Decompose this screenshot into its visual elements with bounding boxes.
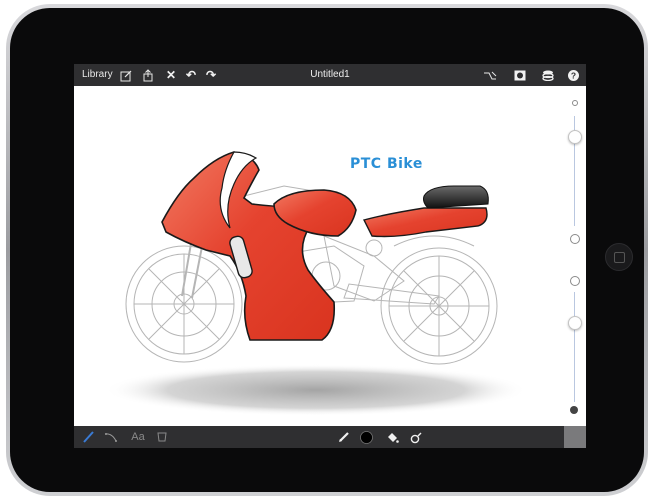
home-square-icon bbox=[614, 252, 625, 263]
color-dot-icon[interactable] bbox=[358, 426, 374, 448]
text-tool-icon[interactable]: Aa bbox=[128, 426, 148, 448]
tablet-device: Library ✕ ↶ ↷ Untitled1 ? PTC Bike Aa bbox=[0, 0, 654, 501]
library-button[interactable]: Library bbox=[82, 64, 113, 86]
pencil-active-icon[interactable] bbox=[80, 426, 96, 448]
pencil-icon[interactable] bbox=[336, 426, 352, 448]
motorcycle-drawing bbox=[104, 151, 528, 416]
opacity-slider[interactable] bbox=[568, 316, 582, 330]
help-icon[interactable]: ? bbox=[566, 64, 580, 86]
app-screen: Library ✕ ↶ ↷ Untitled1 ? PTC Bike Aa bbox=[74, 64, 586, 448]
opacity-max-indicator bbox=[570, 406, 578, 414]
undo-icon[interactable]: ↶ bbox=[184, 64, 198, 86]
svg-text:?: ? bbox=[570, 71, 575, 81]
redo-icon[interactable]: ↷ bbox=[204, 64, 218, 86]
top-toolbar: Library ✕ ↶ ↷ Untitled1 ? bbox=[74, 64, 586, 86]
opacity-track bbox=[574, 292, 575, 402]
fill-icon[interactable] bbox=[384, 426, 400, 448]
transform-icon[interactable] bbox=[154, 426, 170, 448]
bottom-corner-panel bbox=[564, 426, 586, 448]
bottom-toolbar: Aa bbox=[74, 426, 564, 448]
size-min-indicator bbox=[572, 100, 578, 106]
layers-icon[interactable] bbox=[540, 64, 556, 86]
opacity-min-indicator bbox=[570, 276, 580, 286]
share-icon[interactable] bbox=[140, 64, 156, 86]
size-max-indicator bbox=[570, 234, 580, 244]
brush-sliders-panel bbox=[564, 86, 586, 426]
close-icon[interactable]: ✕ bbox=[164, 64, 178, 86]
drawing-canvas[interactable]: PTC Bike bbox=[74, 86, 564, 426]
brush-size-slider[interactable] bbox=[568, 130, 582, 144]
document-title: Untitled1 bbox=[310, 69, 350, 80]
edit-icon[interactable] bbox=[118, 64, 134, 86]
symmetry-icon[interactable] bbox=[482, 64, 498, 86]
curve-tool-icon[interactable] bbox=[102, 426, 120, 448]
canvas-icon[interactable] bbox=[512, 64, 528, 86]
eraser-icon[interactable] bbox=[408, 426, 424, 448]
home-button[interactable] bbox=[605, 243, 633, 271]
drawing-title-text: PTC Bike bbox=[350, 156, 423, 172]
